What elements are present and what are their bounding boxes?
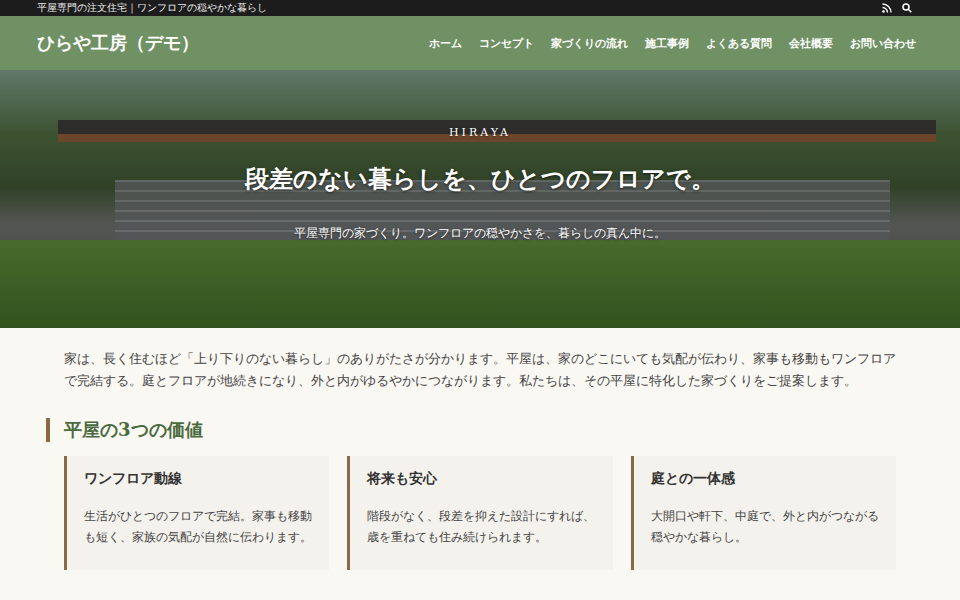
hero-eyebrow: HIRAYA [449, 126, 511, 139]
page: 平屋専門の注文住宅｜ワンフロアの穏やかな暮らしひらや工房（デモ） ホーム コンセプト… [0, 0, 960, 600]
card-body: 大開口や軒下、中庭で、外と内がつながる穏やかな暮らし。 [651, 506, 880, 548]
site-header: ひらや工房（デモ） ホーム コンセプト 家づくりの流れ 施工事例 よくある質問 会社概要 お問… [0, 16, 960, 70]
value-card: 庭との一体感大開口や軒下、中庭で、外と内がつながる穏やかな暮らし。 [631, 456, 896, 570]
intro-text: 家は、長く住むほど「上り下りのない暮らし」のありがたさが分かります。平屋は、家の… [64, 348, 896, 392]
card-title: 庭との一体感 [651, 470, 880, 488]
card-body: 階段がなく、段差を抑えた設計にすれば、歳を重ねても住み続けられます。 [367, 506, 596, 548]
card-title: 将来も安心 [367, 470, 596, 488]
hero-text: HIRAYA 段差のない暮らしを、ひとつのフロアで。平屋専門の家づくり。ワンフロア… [0, 70, 960, 328]
nav-item[interactable]: 会社概要 [789, 36, 833, 51]
nav-item[interactable]: 家づくりの流れ [551, 36, 628, 51]
card-body: 生活がひとつのフロアで完結。家事も移動も短く、家族の気配が自然に伝わります。 [84, 506, 313, 548]
tagline: 平屋専門の注文住宅｜ワンフロアの穏やかな暮らし [37, 1, 267, 15]
value-cards: ワンフロア動線生活がひとつのフロアで完結。家事も移動も短く、家族の気配が自然に伝… [64, 456, 896, 570]
rss-icon[interactable] [882, 3, 892, 13]
logo[interactable]: ひらや工房（デモ） [37, 31, 199, 55]
nav-item[interactable]: よくある質問 [706, 36, 772, 51]
nav-item[interactable]: 施工事例 [645, 36, 689, 51]
value-card: ワンフロア動線生活がひとつのフロアで完結。家事も移動も短く、家族の気配が自然に伝… [64, 456, 329, 570]
main-nav: ホーム コンセプト 家づくりの流れ 施工事例 よくある質問 会社概要 お問い合わせ [429, 36, 916, 51]
card-title: ワンフロア動線 [84, 470, 313, 488]
nav-item[interactable]: ホーム [429, 36, 462, 51]
top-icons [882, 3, 912, 13]
content: 家は、長く住むほど「上り下りのない暮らし」のありがたさが分かります。平屋は、家の… [0, 328, 960, 570]
hero-subtitle: 平屋専門の家づくり。ワンフロアの穏やかさを、暮らしの真ん中に。 [294, 225, 666, 242]
value-card: 将来も安心階段がなく、段差を抑えた設計にすれば、歳を重ねても住み続けられます。 [347, 456, 612, 570]
nav-item[interactable]: コンセプト [479, 36, 534, 51]
hero-title: 段差のない暮らしを、ひとつのフロアで。 [245, 163, 715, 195]
section-heading: 平屋の3つの価値 [46, 418, 896, 442]
hero: HIRAYA 段差のない暮らしを、ひとつのフロアで。平屋専門の家づくり。ワンフロア… [0, 70, 960, 328]
top-bar: 平屋専門の注文住宅｜ワンフロアの穏やかな暮らし [0, 0, 960, 16]
nav-item[interactable]: お問い合わせ [850, 36, 916, 51]
search-icon[interactable] [902, 3, 912, 13]
